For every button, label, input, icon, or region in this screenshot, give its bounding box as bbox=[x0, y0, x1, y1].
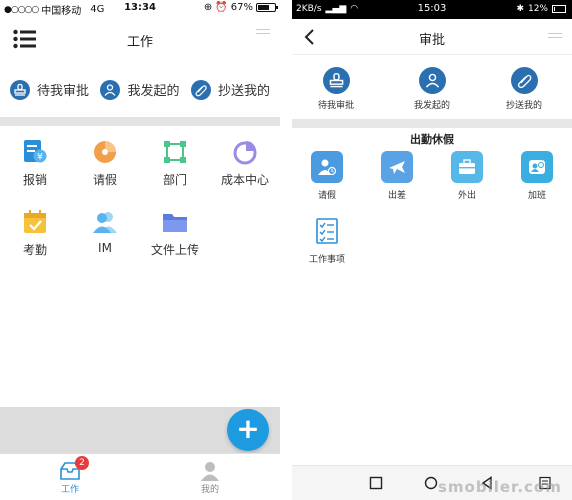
approval-item-business-trip[interactable]: 出差 bbox=[362, 151, 432, 201]
inbox-tray-icon: 2 bbox=[59, 456, 89, 482]
quick-actions: 待我审批 我发起的 抄送我的 bbox=[0, 62, 280, 117]
item-label: 出差 bbox=[387, 191, 406, 201]
tab-bar: 2 工作 我的 bbox=[0, 453, 280, 500]
checklist-icon bbox=[311, 215, 343, 247]
tab-label: 我的 bbox=[200, 485, 219, 495]
item-label: 请假 bbox=[317, 191, 336, 201]
grid-item-im[interactable]: IM bbox=[70, 208, 140, 255]
user-plus-icon bbox=[100, 79, 121, 100]
grid-label: 考勤 bbox=[22, 243, 47, 257]
quick-pending-approval[interactable]: 待我审批 bbox=[296, 67, 376, 111]
quick-cc-to-me[interactable]: 抄送我的 bbox=[190, 79, 270, 100]
more-menu-icon[interactable] bbox=[548, 33, 562, 41]
grid-label: 请假 bbox=[92, 173, 117, 187]
watermark: smobiler.com bbox=[438, 478, 562, 496]
grid-item-leave[interactable]: 请假 bbox=[70, 138, 140, 188]
section-divider bbox=[292, 119, 572, 128]
im-icon bbox=[93, 212, 117, 233]
section-title: 出勤休假 bbox=[410, 133, 454, 146]
page-title: 工作 bbox=[126, 35, 153, 50]
grid-item-department[interactable]: 部门 bbox=[140, 138, 210, 188]
android-app-screen: 2KB/s ▂▄▆ ◠ 15:03 ✱ 12% 审批 待我审批 我发起的 抄送我… bbox=[292, 0, 572, 500]
bluetooth-icon: ✱ bbox=[516, 4, 524, 14]
grid-label: 部门 bbox=[162, 173, 187, 187]
tab-mine[interactable]: 我的 bbox=[175, 460, 245, 495]
quick-actions: 待我审批 我发起的 抄送我的 bbox=[292, 67, 572, 117]
stamp-icon bbox=[10, 79, 30, 100]
paperclip-icon bbox=[510, 67, 538, 94]
tab-label: 工作 bbox=[60, 485, 79, 495]
tab-work[interactable]: 2 工作 bbox=[35, 456, 105, 495]
quick-initiated[interactable]: 我发起的 bbox=[100, 79, 180, 100]
quick-label: 抄送我的 bbox=[505, 101, 542, 111]
cost-center-icon bbox=[233, 141, 257, 165]
grid-label: 成本中心 bbox=[220, 173, 269, 187]
stamp-icon bbox=[322, 67, 350, 94]
attendance-icon bbox=[24, 210, 46, 233]
page-title: 审批 bbox=[418, 33, 445, 48]
quick-pending-approval[interactable]: 待我审批 bbox=[10, 79, 90, 100]
android-status-bar: 2KB/s ▂▄▆ ◠ 15:03 ✱ 12% bbox=[292, 0, 572, 19]
add-fab-button[interactable]: + bbox=[227, 409, 269, 451]
notification-badge: 2 bbox=[75, 456, 89, 470]
battery-icon bbox=[552, 5, 566, 13]
quick-cc-to-me[interactable]: 抄送我的 bbox=[484, 67, 564, 111]
alarm-icon: ⏰ bbox=[215, 2, 228, 13]
grid-item-file-upload[interactable]: 文件上传 bbox=[140, 208, 210, 258]
quick-initiated[interactable]: 我发起的 bbox=[392, 67, 472, 111]
home-circle-icon[interactable] bbox=[424, 476, 438, 490]
grid-label: 报销 bbox=[22, 173, 47, 187]
battery-percent: 12% bbox=[527, 4, 548, 14]
ios-app-screen: ●○○○○ 中国移动 4G 13:34 ⊕ ⏰ 67% 工作 待我审批 我发起的… bbox=[0, 0, 280, 500]
quick-label: 我发起的 bbox=[413, 101, 450, 111]
leave-icon bbox=[94, 141, 116, 163]
ios-status-bar: ●○○○○ 中国移动 4G 13:34 ⊕ ⏰ 67% bbox=[0, 0, 280, 17]
reimburse-icon: ¥ bbox=[24, 140, 47, 163]
briefcase-icon bbox=[451, 151, 483, 183]
paperclip-icon bbox=[190, 79, 211, 100]
grid-item-attendance[interactable]: 考勤 bbox=[0, 208, 70, 258]
section-divider bbox=[0, 117, 280, 126]
grid-label: 文件上传 bbox=[150, 243, 199, 257]
grid-item-reimburse[interactable]: ¥ 报销 bbox=[0, 138, 70, 188]
approval-item-go-out[interactable]: 外出 bbox=[432, 151, 502, 201]
overtime-icon bbox=[521, 151, 553, 183]
folder-icon bbox=[163, 214, 187, 232]
leave-person-icon bbox=[311, 151, 343, 183]
quick-label: 我发起的 bbox=[127, 84, 180, 99]
recent-apps-square-icon[interactable] bbox=[369, 476, 383, 490]
item-label: 外出 bbox=[457, 191, 476, 201]
orientation-lock-icon: ⊕ bbox=[203, 2, 213, 13]
person-icon bbox=[199, 460, 221, 482]
user-plus-icon bbox=[418, 67, 446, 94]
grid-item-cost-center[interactable]: 成本中心 bbox=[210, 138, 280, 188]
approval-item-overtime[interactable]: 加班 bbox=[502, 151, 572, 201]
item-label: 加班 bbox=[527, 191, 546, 201]
quick-label: 待我审批 bbox=[37, 84, 90, 99]
battery-icon bbox=[256, 3, 278, 12]
more-menu-icon[interactable] bbox=[256, 29, 270, 37]
approval-item-work-matters[interactable]: 工作事项 bbox=[292, 215, 362, 265]
airplane-icon bbox=[381, 151, 413, 183]
svg-text:¥: ¥ bbox=[37, 153, 43, 163]
nav-bar: 工作 bbox=[0, 17, 280, 62]
quick-label: 抄送我的 bbox=[217, 84, 270, 99]
grid-label: IM bbox=[98, 241, 112, 255]
item-label: 工作事项 bbox=[308, 255, 345, 265]
department-icon bbox=[164, 141, 186, 163]
quick-label: 待我审批 bbox=[317, 101, 354, 111]
approval-item-leave[interactable]: 请假 bbox=[292, 151, 362, 201]
nav-bar: 审批 bbox=[292, 19, 572, 55]
battery-percent: 67% bbox=[230, 2, 253, 13]
